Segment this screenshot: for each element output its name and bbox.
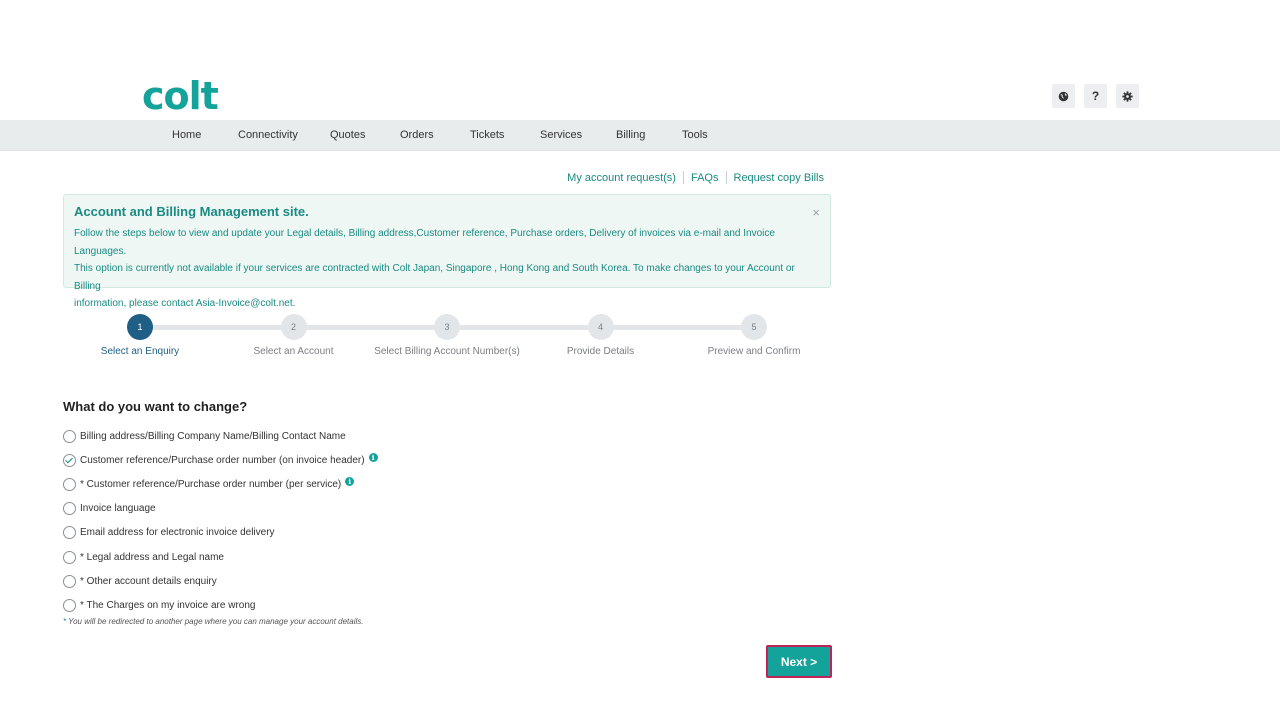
radio-button[interactable] — [63, 574, 76, 588]
nav-connectivity[interactable]: Connectivity — [238, 120, 298, 151]
enquiry-question: What do you want to change? — [63, 399, 248, 414]
footnote-text: You will be redirected to another page w… — [68, 617, 364, 626]
option-label: Email address for electronic invoice del… — [80, 527, 275, 539]
nav-tools[interactable]: Tools — [682, 120, 708, 151]
radio-button-checked[interactable] — [63, 453, 76, 467]
globe-icon[interactable] — [1052, 84, 1075, 108]
footnote-star: * — [63, 617, 67, 626]
faqs-link[interactable]: FAQs — [691, 172, 719, 184]
option-label: * Customer reference/Purchase order numb… — [80, 478, 342, 490]
step-2: 2 Select an Account — [214, 314, 374, 357]
divider — [725, 171, 727, 184]
info-line-3: information, please contact Asia-Invoice… — [74, 298, 296, 309]
nav-orders[interactable]: Orders — [400, 120, 434, 151]
radio-button[interactable] — [63, 429, 76, 443]
option-label: * Other account details enquiry — [80, 575, 217, 587]
step-1-number: 1 — [127, 314, 153, 340]
step-3-number: 3 — [434, 314, 460, 340]
info-line-1: Follow the steps below to view and updat… — [74, 228, 775, 257]
progress-stepper: 1 Select an Enquiry 2 Select an Account … — [63, 314, 831, 364]
option-customer-reference-service[interactable]: * Customer reference/Purchase order numb… — [63, 472, 378, 496]
nav-billing[interactable]: Billing — [616, 120, 645, 151]
next-button[interactable]: Next > — [766, 645, 832, 678]
radio-button[interactable] — [63, 502, 76, 516]
info-icon[interactable]: i — [345, 476, 355, 486]
step-5-number: 5 — [741, 314, 767, 340]
step-4-label: Provide Details — [566, 346, 635, 357]
divider — [682, 171, 684, 184]
info-title: Account and Billing Management site. — [74, 204, 309, 219]
option-charges-wrong[interactable]: * The Charges on my invoice are wrong — [63, 593, 378, 617]
request-copy-bills-link[interactable]: Request copy Bills — [734, 172, 825, 184]
nav-tickets[interactable]: Tickets — [470, 120, 504, 151]
radio-button[interactable] — [63, 477, 76, 491]
utility-icons: ? — [1052, 84, 1139, 108]
option-label: Customer reference/Purchase order number… — [80, 454, 365, 466]
step-3-label: Select Billing Account Number(s) — [374, 346, 520, 357]
option-billing-address[interactable]: Billing address/Billing Company Name/Bil… — [63, 424, 378, 448]
step-5-label: Preview and Confirm — [707, 346, 801, 357]
option-email-address[interactable]: Email address for electronic invoice del… — [63, 521, 378, 545]
radio-button[interactable] — [63, 550, 76, 564]
radio-button[interactable] — [63, 598, 76, 612]
info-icon[interactable]: i — [368, 452, 378, 462]
option-invoice-language[interactable]: Invoice language — [63, 497, 378, 521]
step-3: 3 Select Billing Account Number(s) — [367, 314, 527, 357]
info-line-2: This option is currently not available i… — [74, 263, 795, 292]
colt-logo[interactable]: colt — [142, 74, 219, 118]
enquiry-options: Billing address/Billing Company Name/Bil… — [63, 424, 378, 618]
step-4-number: 4 — [587, 314, 614, 340]
step-1: 1 Select an Enquiry — [60, 314, 220, 357]
radio-button[interactable] — [63, 526, 76, 540]
info-alert: Account and Billing Management site. Fol… — [63, 194, 831, 309]
step-2-label: Select an Account — [253, 346, 334, 357]
top-links: My account request(s) FAQs Request copy … — [567, 171, 824, 184]
step-4: 4 Provide Details — [521, 314, 681, 357]
redirect-footnote: * You will be redirected to another page… — [63, 617, 364, 626]
main-nav: Home Connectivity Quotes Orders Tickets … — [0, 120, 1280, 151]
option-other-enquiry[interactable]: * Other account details enquiry — [63, 569, 378, 593]
help-icon[interactable]: ? — [1084, 84, 1107, 108]
my-account-requests-link[interactable]: My account request(s) — [567, 172, 676, 184]
option-customer-reference-header[interactable]: Customer reference/Purchase order number… — [63, 448, 378, 472]
option-label: * The Charges on my invoice are wrong — [80, 599, 256, 611]
nav-home[interactable]: Home — [172, 120, 201, 151]
step-1-label: Select an Enquiry — [100, 346, 180, 357]
nav-services[interactable]: Services — [540, 120, 582, 151]
close-icon[interactable]: × — [812, 205, 820, 220]
step-5: 5 Preview and Confirm — [674, 314, 834, 357]
option-legal-address[interactable]: * Legal address and Legal name — [63, 545, 378, 569]
settings-icon[interactable] — [1116, 84, 1139, 108]
nav-quotes[interactable]: Quotes — [330, 120, 365, 151]
option-label: * Legal address and Legal name — [80, 551, 224, 563]
option-label: Invoice language — [80, 503, 156, 515]
option-label: Billing address/Billing Company Name/Bil… — [80, 430, 346, 442]
step-2-number: 2 — [280, 314, 307, 340]
